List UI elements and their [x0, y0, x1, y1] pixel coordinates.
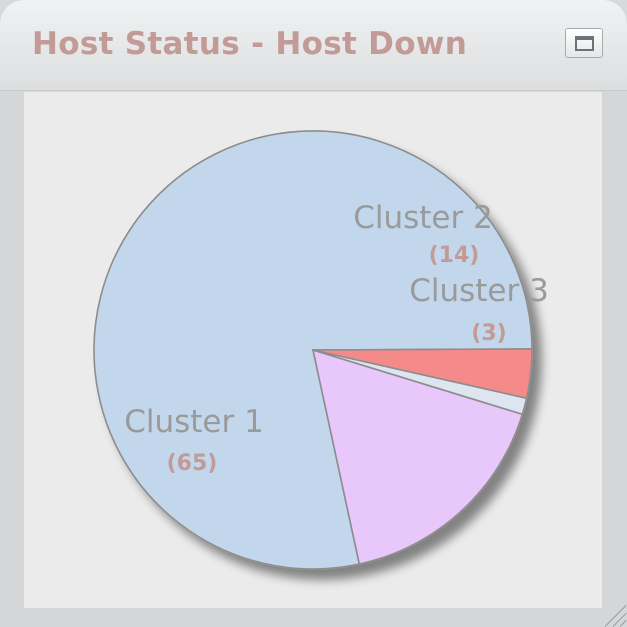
slice-value-label: (3): [471, 321, 506, 346]
slice-name-label: Cluster 1: [124, 404, 264, 440]
host-status-widget: Host Status - Host Down Cluster 1 (65) Clu…: [0, 0, 627, 627]
slice-value-label: (14): [429, 243, 480, 268]
slice-name-label: Cluster 2: [353, 200, 493, 236]
chart-panel: Cluster 1 (65) Cluster 2 (14) Cluster 3 (3): [24, 92, 602, 608]
widget-titlebar[interactable]: Host Status - Host Down: [0, 0, 627, 91]
pie-chart: Cluster 1 (65) Cluster 2 (14) Cluster 3 (3): [93, 130, 549, 570]
resize-grip-icon[interactable]: [600, 600, 627, 627]
maximize-icon: [575, 36, 594, 51]
slice-value-label: (65): [167, 451, 218, 476]
maximize-button[interactable]: [565, 28, 603, 58]
widget-title: Host Status - Host Down: [32, 26, 468, 62]
slice-name-label: Cluster 3: [409, 273, 549, 309]
